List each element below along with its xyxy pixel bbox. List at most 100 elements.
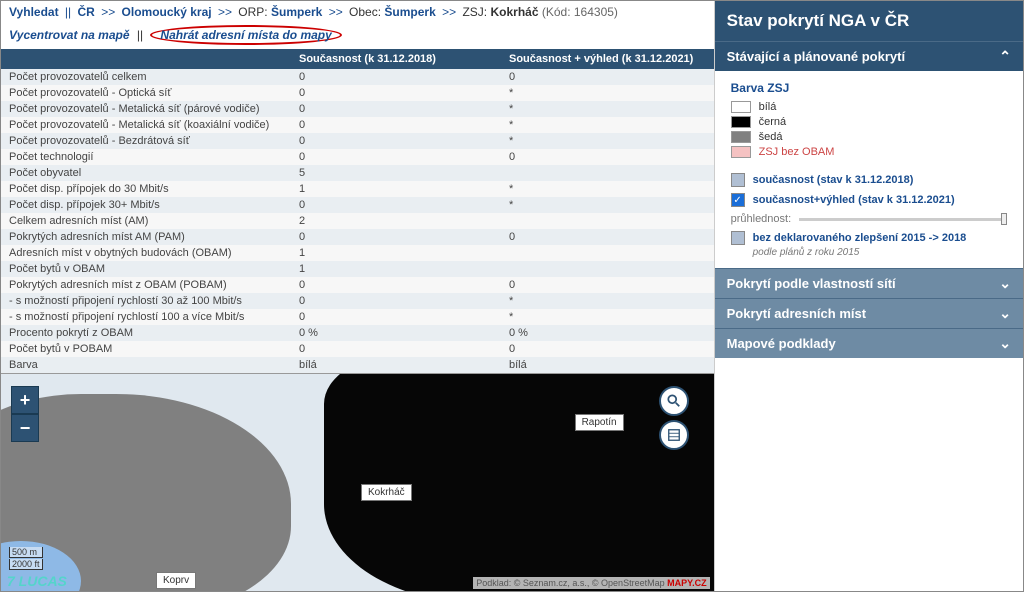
accordion-network-properties[interactable]: Pokrytí podle vlastností sítí ⌄	[715, 268, 1023, 298]
row-label: Počet provozovatelů - Optická síť	[1, 85, 291, 101]
chevron-up-icon: ⌃	[999, 48, 1011, 65]
row-label: Počet provozovatelů - Metalická síť (pár…	[1, 101, 291, 117]
row-label: Počet provozovatelů celkem	[1, 69, 291, 85]
row-label: - s možností připojení rychlostí 100 a v…	[1, 309, 291, 325]
row-label: Počet disp. přípojek 30+ Mbit/s	[1, 197, 291, 213]
map-scale: 500 m 2000 ft	[9, 547, 43, 571]
row-val-outlook: *	[501, 293, 711, 309]
row-val-outlook	[501, 165, 711, 181]
row-label: Počet obyvatel	[1, 165, 291, 181]
row-label: Počet provozovatelů - Bezdrátová síť	[1, 133, 291, 149]
legend-list: bíláčernášedáZSJ bez OBAM	[731, 101, 1007, 158]
slider-thumb[interactable]	[1001, 213, 1007, 225]
row-val-outlook: 0	[501, 229, 711, 245]
legend-label: bílá	[759, 101, 777, 113]
crumb-orp[interactable]: Šumperk	[271, 5, 322, 19]
zoom-out-button[interactable]: −	[11, 414, 39, 442]
table-row: Počet obyvatel5	[1, 165, 714, 181]
row-label: Počet bytů v OBAM	[1, 261, 291, 277]
row-val-outlook: bílá	[501, 357, 711, 373]
table-row: Počet technologií00	[1, 149, 714, 165]
upload-addresses-link[interactable]: Nahrát adresní místa do mapy	[160, 28, 331, 42]
row-val-present: 0	[291, 197, 501, 213]
table-row: Pokrytých adresních míst z OBAM (POBAM)0…	[1, 277, 714, 293]
crumb-kraj[interactable]: Olomoucký kraj	[122, 5, 212, 19]
checkbox-no-improvement[interactable]: bez deklarovaného zlepšení 2015 -> 2018	[731, 231, 1007, 245]
color-swatch	[731, 131, 751, 143]
table-row: Počet provozovatelů celkem00	[1, 69, 714, 85]
row-label: - s možností připojení rychlostí 30 až 1…	[1, 293, 291, 309]
accordion-addresses[interactable]: Pokrytí adresních míst ⌄	[715, 298, 1023, 328]
table-row: Počet provozovatelů - Optická síť0*	[1, 85, 714, 101]
row-label: Počet bytů v POBAM	[1, 341, 291, 357]
table-row: Počet provozovatelů - Bezdrátová síť0*	[1, 133, 714, 149]
chevron-down-icon: ⌄	[999, 335, 1011, 352]
table-row: Počet bytů v POBAM00	[1, 341, 714, 357]
row-val-outlook: 0	[501, 277, 711, 293]
table-row: Adresních míst v obytných budovách (OBAM…	[1, 245, 714, 261]
sub-actions: Vycentrovat na mapě || Nahrát adresní mí…	[1, 23, 714, 49]
legend-item: ZSJ bez OBAM	[731, 146, 1007, 158]
row-val-present: 0	[291, 117, 501, 133]
legend-label: ZSJ bez OBAM	[759, 146, 835, 158]
accordion-basemaps[interactable]: Mapové podklady ⌄	[715, 328, 1023, 358]
row-label: Počet disp. přípojek do 30 Mbit/s	[1, 181, 291, 197]
row-val-present: 0 %	[291, 325, 501, 341]
search-link[interactable]: Vyhledat	[9, 5, 59, 19]
checkbox-checked-icon: ✓	[731, 193, 745, 207]
row-val-outlook: 0	[501, 69, 711, 85]
legend-title: Barva ZSJ	[731, 81, 1007, 95]
map-area[interactable]: + − Rapotín Kokrháč Koprv 500 m 2000 ft …	[1, 373, 714, 591]
left-panel: Vyhledat || ČR >> Olomoucký kraj >> ORP:…	[1, 1, 714, 591]
opacity-slider[interactable]	[799, 218, 1007, 221]
zoom-controls: + −	[11, 386, 39, 442]
row-val-outlook	[501, 261, 711, 277]
table-row: Počet disp. přípojek do 30 Mbit/s1*	[1, 181, 714, 197]
row-val-present: 0	[291, 133, 501, 149]
row-label: Celkem adresních míst (AM)	[1, 213, 291, 229]
map-land-black	[324, 373, 714, 591]
crumb-obec[interactable]: Šumperk	[384, 5, 435, 19]
center-map-link[interactable]: Vycentrovat na mapě	[9, 28, 130, 42]
map-tools	[659, 386, 689, 450]
zoom-in-button[interactable]: +	[11, 386, 39, 414]
row-val-present: 2	[291, 213, 501, 229]
row-label: Pokrytých adresních míst AM (PAM)	[1, 229, 291, 245]
right-panel: Stav pokrytí NGA v ČR Stávající a plánov…	[714, 1, 1023, 591]
color-swatch	[731, 101, 751, 113]
row-val-present: 0	[291, 277, 501, 293]
color-swatch	[731, 116, 751, 128]
table-row: Barvabílábílá	[1, 357, 714, 373]
accordion-current-planned[interactable]: Stávající a plánované pokrytí ⌃	[715, 41, 1023, 71]
row-val-outlook: 0	[501, 341, 711, 357]
row-val-outlook	[501, 213, 711, 229]
crumb-cr[interactable]: ČR	[78, 5, 95, 19]
table-row: - s možností připojení rychlostí 30 až 1…	[1, 293, 714, 309]
row-val-present: 0	[291, 149, 501, 165]
row-val-outlook: 0	[501, 149, 711, 165]
lucas-watermark: 7 LUCAS	[7, 573, 67, 589]
row-val-present: bílá	[291, 357, 501, 373]
col-present: Současnost (k 31.12.2018)	[291, 49, 501, 69]
map-layers-button[interactable]	[659, 420, 689, 450]
table-row: Procento pokrytí z OBAM0 %0 %	[1, 325, 714, 341]
checkbox-subnote: podle plánů z roku 2015	[753, 247, 1007, 258]
map-search-button[interactable]	[659, 386, 689, 416]
row-val-present: 0	[291, 69, 501, 85]
opacity-slider-row: průhlednost:	[731, 213, 1007, 225]
legend-label: šedá	[759, 131, 783, 143]
checkbox-icon	[731, 173, 745, 187]
table-row: - s možností připojení rychlostí 100 a v…	[1, 309, 714, 325]
row-val-outlook: *	[501, 197, 711, 213]
row-val-outlook: *	[501, 85, 711, 101]
checkbox-current[interactable]: současnost (stav k 31.12.2018)	[731, 173, 1007, 187]
row-label: Počet technologií	[1, 149, 291, 165]
row-val-present: 5	[291, 165, 501, 181]
checkbox-outlook[interactable]: ✓ současnost+výhled (stav k 31.12.2021)	[731, 193, 1007, 207]
row-label: Pokrytých adresních míst z OBAM (POBAM)	[1, 277, 291, 293]
row-label: Adresních míst v obytných budovách (OBAM…	[1, 245, 291, 261]
row-val-present: 0	[291, 85, 501, 101]
row-val-outlook: *	[501, 117, 711, 133]
table-row: Celkem adresních míst (AM)2	[1, 213, 714, 229]
table-row: Počet provozovatelů - Metalická síť (koa…	[1, 117, 714, 133]
